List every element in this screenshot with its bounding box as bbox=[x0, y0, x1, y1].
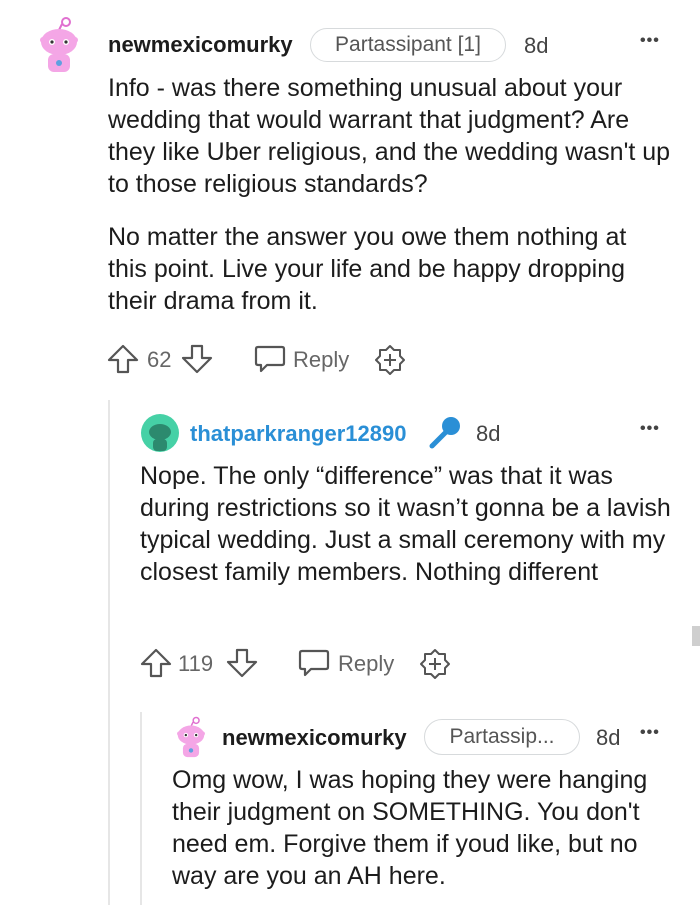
reply-bubble-icon bbox=[254, 345, 286, 373]
comment-timestamp: 8d bbox=[596, 725, 621, 750]
reply-label: Reply bbox=[293, 347, 350, 372]
reply-bubble-icon bbox=[298, 649, 330, 677]
comment-paragraph: Info - was there something unusual about… bbox=[108, 74, 671, 198]
user-flair: Partassipant [1] bbox=[310, 28, 506, 62]
scrollbar-thumb[interactable] bbox=[692, 626, 700, 646]
comment-paragraph: No matter the answer you owe them nothin… bbox=[108, 223, 627, 315]
user-avatar-icon[interactable] bbox=[174, 716, 208, 760]
user-flair: Partassip... bbox=[424, 719, 580, 755]
downvote-icon[interactable] bbox=[180, 342, 214, 376]
comment-username[interactable]: newmexicomurky bbox=[222, 725, 407, 751]
downvote-icon[interactable] bbox=[225, 646, 259, 680]
user-avatar-icon[interactable] bbox=[36, 16, 82, 76]
upvote-icon[interactable] bbox=[139, 646, 173, 680]
comment-timestamp: 8d bbox=[524, 33, 549, 58]
user-avatar-icon[interactable] bbox=[140, 413, 180, 453]
thread-line[interactable] bbox=[108, 400, 110, 905]
comment-username[interactable]: newmexicomurky bbox=[108, 32, 293, 58]
vote-count: 62 bbox=[147, 347, 172, 372]
award-plus-icon[interactable] bbox=[418, 647, 452, 681]
comment-timestamp: 8d bbox=[476, 421, 501, 446]
more-options-button[interactable]: ••• bbox=[640, 724, 660, 742]
more-options-button[interactable]: ••• bbox=[640, 32, 660, 50]
thread-line[interactable] bbox=[140, 712, 142, 905]
award-plus-icon[interactable] bbox=[373, 343, 407, 377]
microphone-icon bbox=[429, 417, 460, 449]
comment-paragraph: Omg wow, I was hoping they were hanging … bbox=[172, 766, 648, 890]
comment-paragraph: Nope. The only “difference” was that it … bbox=[140, 462, 671, 586]
upvote-icon[interactable] bbox=[106, 342, 140, 376]
reply-label: Reply bbox=[338, 651, 395, 676]
vote-count: 119 bbox=[178, 651, 214, 676]
comment-username[interactable]: thatparkranger12890 bbox=[190, 421, 406, 447]
more-options-button[interactable]: ••• bbox=[640, 420, 660, 438]
